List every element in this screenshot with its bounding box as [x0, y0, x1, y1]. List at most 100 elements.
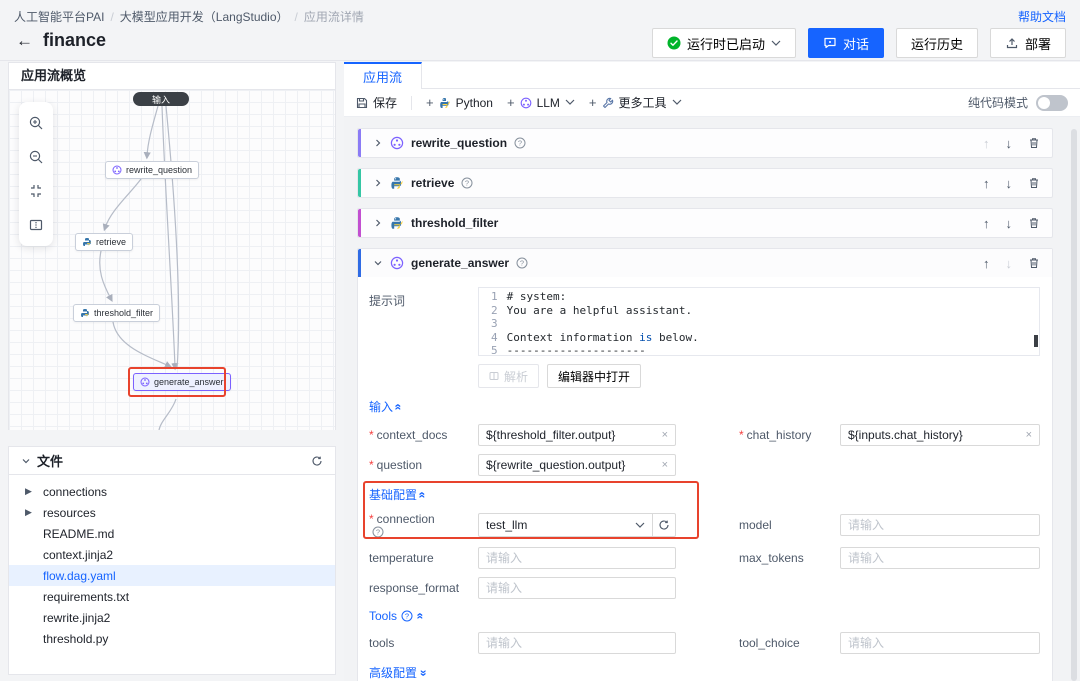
max-tokens-input[interactable] — [840, 547, 1040, 569]
fit-view-icon[interactable] — [19, 174, 53, 208]
temperature-input[interactable] — [478, 547, 676, 569]
clear-icon[interactable]: × — [1026, 429, 1032, 441]
flow-canvas[interactable]: 输入 rewrite_question retrieve threshold_f… — [9, 90, 335, 430]
flow-node-retrieve[interactable]: retrieve — [75, 233, 133, 251]
move-up-icon[interactable]: ↑ — [983, 216, 990, 231]
chevron-down-icon[interactable] — [21, 456, 31, 466]
files-panel-title: 文件 — [37, 451, 63, 470]
file-item-requirements[interactable]: requirements.txt — [9, 586, 335, 607]
minimap-toggle-icon[interactable] — [19, 208, 53, 242]
flow-editor-panel: 应用流 保存 + Python + LLM + 更多工具 纯代码模式 — [344, 62, 1080, 681]
help-doc-link[interactable]: 帮助文档 — [1018, 8, 1066, 25]
section-basic-config-header[interactable]: 基础配置« — [369, 486, 1040, 503]
card-header-generate-answer[interactable]: generate_answer ? ↑ ↓ — [358, 249, 1052, 277]
run-history-button[interactable]: 运行历史 — [896, 28, 978, 58]
plus-icon: + — [589, 95, 597, 110]
node-card-threshold-filter: threshold_filter ↑ ↓ — [357, 208, 1053, 238]
chevron-down-icon[interactable] — [373, 258, 383, 268]
question-input[interactable]: ${rewrite_question.output} × — [478, 454, 676, 476]
file-item-context-jinja2[interactable]: context.jinja2 — [9, 544, 335, 565]
card-accent — [358, 209, 361, 237]
delete-icon[interactable] — [1028, 137, 1040, 149]
flow-node-generate-answer[interactable]: generate_answer — [133, 373, 231, 391]
open-in-editor-button[interactable]: 编辑器中打开 — [547, 364, 641, 388]
question-circle-icon[interactable]: ? — [401, 610, 413, 622]
question-circle-icon[interactable]: ? — [372, 526, 384, 538]
breadcrumb-separator: / — [110, 10, 113, 24]
connection-refresh-button[interactable] — [652, 514, 675, 536]
delete-icon[interactable] — [1028, 177, 1040, 189]
pure-code-mode-toggle[interactable] — [1036, 95, 1068, 111]
runtime-status-button[interactable]: 运行时已启动 — [652, 28, 796, 58]
add-llm-button[interactable]: + LLM — [507, 95, 575, 110]
card-header-retrieve[interactable]: retrieve ? ↑ ↓ — [358, 169, 1052, 197]
section-advanced-header[interactable]: 高级配置« — [369, 664, 1040, 681]
back-arrow-icon[interactable]: ← — [16, 32, 33, 49]
question-circle-icon[interactable]: ? — [516, 257, 528, 269]
breadcrumb-item-pai[interactable]: 人工智能平台PAI — [14, 8, 104, 25]
tools-input[interactable] — [478, 632, 676, 654]
chevron-right-icon[interactable] — [373, 138, 383, 148]
caret-right-icon[interactable]: ▶ — [25, 507, 32, 518]
tool-choice-input[interactable] — [840, 632, 1040, 654]
clear-icon[interactable]: × — [662, 429, 668, 441]
file-item-threshold-py[interactable]: threshold.py — [9, 628, 335, 649]
chevron-right-icon[interactable] — [373, 178, 383, 188]
file-item-flow-dag-yaml[interactable]: flow.dag.yaml — [9, 565, 335, 586]
move-down-icon[interactable]: ↓ — [1006, 136, 1013, 151]
add-more-tools-button[interactable]: + 更多工具 — [589, 94, 682, 111]
node-card-rewrite-question: rewrite_question ? ↑ ↓ — [357, 128, 1053, 158]
collapse-up-icon: « — [415, 491, 429, 498]
caret-right-icon[interactable]: ▶ — [25, 486, 32, 497]
card-header-threshold-filter[interactable]: threshold_filter ↑ ↓ — [358, 209, 1052, 237]
file-item-readme[interactable]: README.md — [9, 523, 335, 544]
section-inputs-header[interactable]: 输入« — [369, 398, 1040, 415]
move-up-icon[interactable]: ↑ — [983, 256, 990, 271]
move-down-icon[interactable]: ↓ — [1006, 216, 1013, 231]
delete-icon[interactable] — [1028, 217, 1040, 229]
file-item-rewrite-jinja2[interactable]: rewrite.jinja2 — [9, 607, 335, 628]
section-tools-header[interactable]: Tools ? « — [369, 609, 1040, 623]
plus-icon: + — [426, 95, 434, 110]
zoom-in-icon[interactable] — [19, 106, 53, 140]
move-down-icon[interactable]: ↓ — [1006, 176, 1013, 191]
chevron-right-icon[interactable] — [373, 218, 383, 228]
svg-text:?: ? — [520, 258, 524, 267]
connection-select-group: test_llm — [478, 513, 676, 537]
parse-label: 解析 — [504, 368, 528, 385]
chat-history-input[interactable]: ${inputs.chat_history} × — [840, 424, 1040, 446]
response-format-input[interactable] — [478, 577, 676, 599]
context-docs-input[interactable]: ${threshold_filter.output} × — [478, 424, 676, 446]
code-line: # system: — [507, 290, 567, 304]
zoom-out-icon[interactable] — [19, 140, 53, 174]
flow-node-threshold-filter[interactable]: threshold_filter — [73, 304, 160, 322]
card-header-rewrite-question[interactable]: rewrite_question ? ↑ ↓ — [358, 129, 1052, 157]
parse-button[interactable]: 解析 — [478, 364, 539, 388]
model-input[interactable] — [840, 514, 1040, 536]
editor-scrollbar[interactable] — [1034, 335, 1038, 347]
tab-flow[interactable]: 应用流 — [344, 62, 422, 89]
prompt-code-editor[interactable]: 1# system: 2You are a helpful assistant.… — [478, 287, 1040, 356]
line-number: 3 — [479, 317, 507, 331]
connection-select[interactable]: test_llm — [479, 514, 652, 536]
question-circle-icon[interactable]: ? — [514, 137, 526, 149]
question-circle-icon[interactable]: ? — [461, 177, 473, 189]
move-up-icon[interactable]: ↑ — [983, 176, 990, 191]
add-python-button[interactable]: + Python — [426, 95, 493, 110]
breadcrumb-item-langstudio[interactable]: 大模型应用开发（LangStudio） — [120, 8, 289, 25]
flow-node-input[interactable]: 输入 — [133, 92, 189, 106]
flow-node-rewrite-question[interactable]: rewrite_question — [105, 161, 199, 179]
files-panel: 文件 ▶connections ▶resources README.md con… — [8, 446, 336, 675]
deploy-button[interactable]: 部署 — [990, 28, 1066, 58]
llm-icon — [140, 377, 150, 387]
chat-button[interactable]: 对话 — [808, 28, 884, 58]
file-item-connections[interactable]: ▶connections — [9, 481, 335, 502]
delete-icon[interactable] — [1028, 257, 1040, 269]
file-item-resources[interactable]: ▶resources — [9, 502, 335, 523]
refresh-icon[interactable] — [311, 455, 323, 467]
deploy-icon — [1005, 36, 1019, 50]
line-number: 4 — [479, 331, 507, 345]
vertical-scrollbar[interactable] — [1071, 129, 1077, 681]
clear-icon[interactable]: × — [662, 459, 668, 471]
save-button[interactable]: 保存 — [356, 94, 397, 111]
